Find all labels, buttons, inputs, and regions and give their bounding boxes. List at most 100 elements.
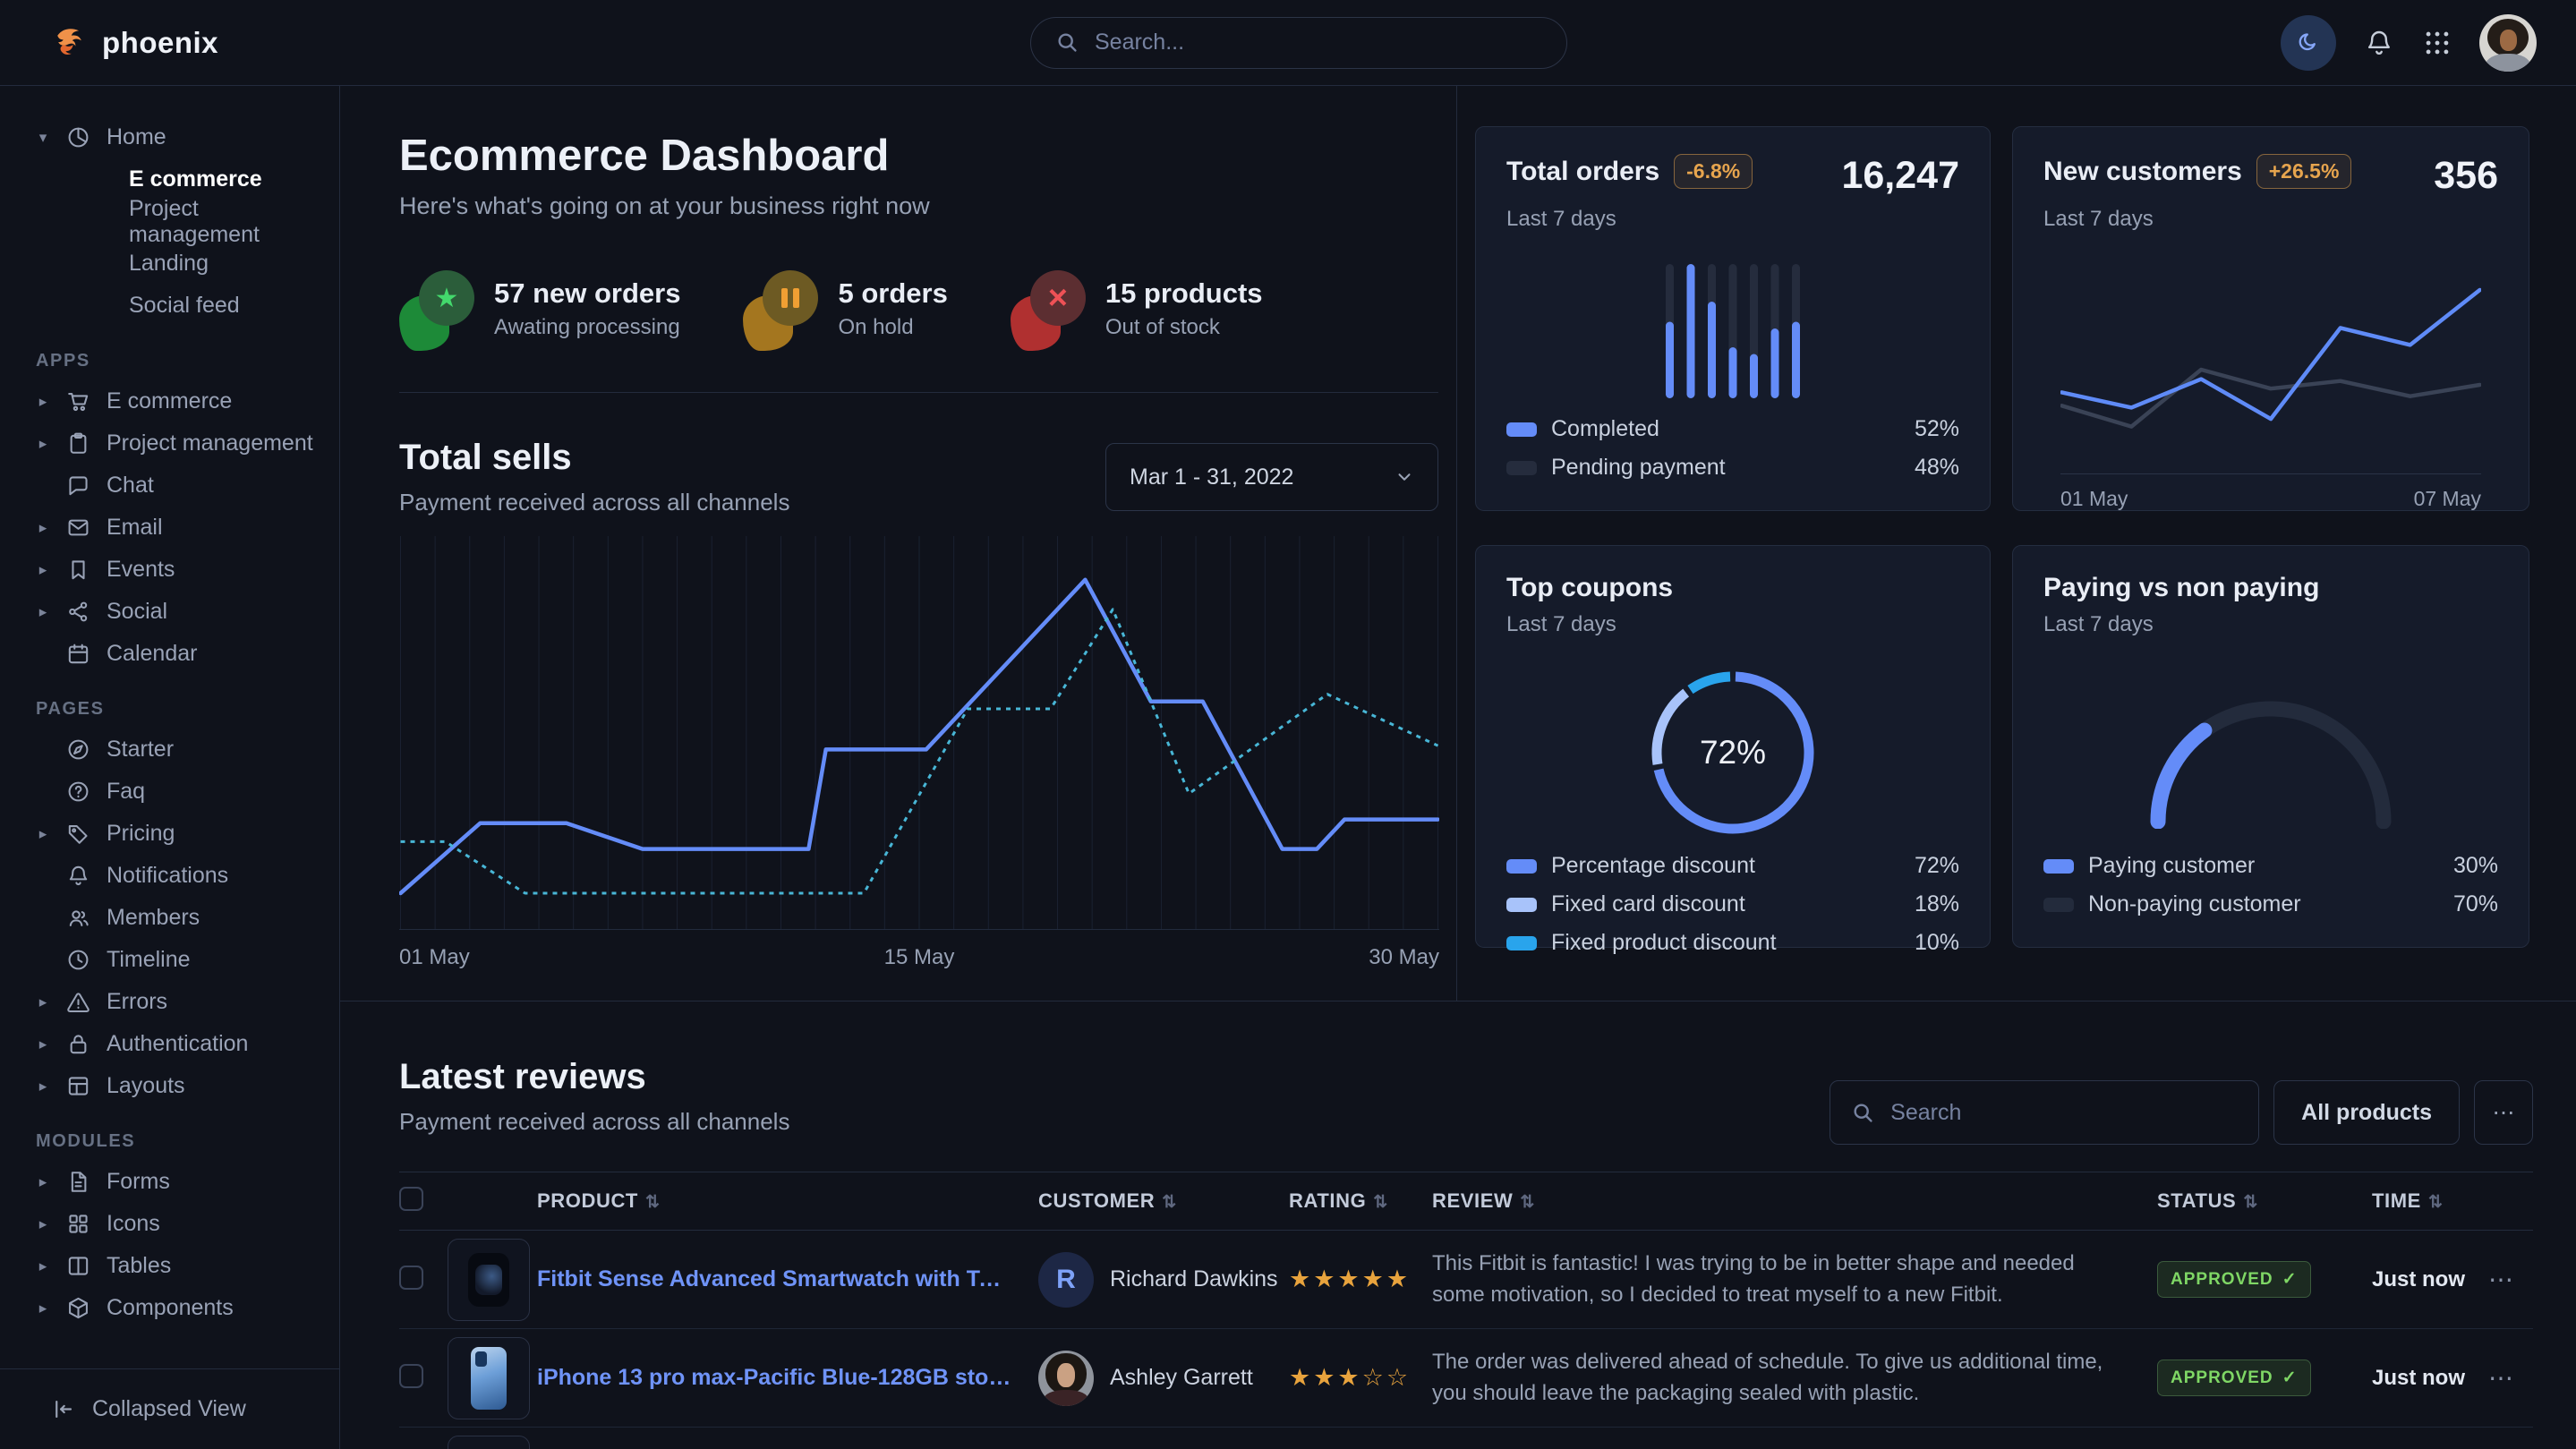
sidebar-item-faq[interactable]: Faq xyxy=(36,771,321,813)
column-header-rating[interactable]: RATING⇅ xyxy=(1289,1189,1432,1213)
shopping-cart-icon xyxy=(65,388,91,414)
card-title: Total orders xyxy=(1506,157,1659,187)
layout-icon xyxy=(65,1073,91,1099)
sidebar-item-authentication[interactable]: ▸Authentication xyxy=(36,1023,321,1065)
legend-item-completed: Completed 52% xyxy=(1506,410,1959,448)
row-checkbox[interactable] xyxy=(399,1364,423,1388)
sidebar-item-members[interactable]: Members xyxy=(36,897,321,939)
caret-right-icon: ▸ xyxy=(36,1300,50,1317)
user-avatar[interactable] xyxy=(2479,14,2537,72)
review-row xyxy=(399,1428,2533,1449)
sidebar-item-layouts[interactable]: ▸Layouts xyxy=(36,1065,321,1107)
sidebar-subitem-e-commerce[interactable]: E commerce xyxy=(36,158,321,200)
column-header-time[interactable]: TIME⇅ xyxy=(2372,1189,2488,1213)
column-header-status[interactable]: STATUS⇅ xyxy=(2157,1189,2372,1213)
total-sells-title: Total sells xyxy=(399,438,789,478)
all-products-button[interactable]: All products xyxy=(2273,1080,2460,1145)
sidebar-item-errors[interactable]: ▸ Errors xyxy=(36,981,321,1023)
column-header-review[interactable]: REVIEW⇅ xyxy=(1432,1189,2157,1213)
sidebar-item-calendar[interactable]: Calendar xyxy=(36,633,321,675)
sidebar-item-forms[interactable]: ▸Forms xyxy=(36,1161,321,1203)
legend-label: Percentage discount xyxy=(1551,853,1755,879)
caret-right-icon: ▸ xyxy=(36,393,50,411)
product-link[interactable]: Fitbit Sense Advanced Smartwatch with To… xyxy=(537,1266,1038,1292)
trend-badge: +26.5% xyxy=(2256,154,2352,189)
x-mark-icon: × xyxy=(1011,270,1086,353)
card-title: Top coupons xyxy=(1506,573,1673,603)
sidebar-item-project-management[interactable]: ▸Project management xyxy=(36,422,321,465)
sidebar-subitem-social-feed[interactable]: Social feed xyxy=(36,285,321,327)
global-search-input[interactable] xyxy=(1095,30,1543,55)
legend-value: 48% xyxy=(1915,455,1959,481)
navbar-actions xyxy=(2281,14,2537,72)
sidebar-subitem-project-management[interactable]: Project management xyxy=(36,200,321,243)
sidebar-item-label: Starter xyxy=(107,737,174,763)
lock-icon xyxy=(65,1031,91,1057)
card-title: Paying vs non paying xyxy=(2043,573,2319,603)
legend-label: Paying customer xyxy=(2088,853,2255,879)
grid-dots-icon xyxy=(2422,28,2452,58)
stat-subtitle: Out of stock xyxy=(1105,315,1263,340)
legend-value: 72% xyxy=(1915,853,1959,879)
sidebar-item-timeline[interactable]: Timeline xyxy=(36,939,321,981)
sidebar-item-notifications[interactable]: Notifications xyxy=(36,855,321,897)
sidebar-item-pricing[interactable]: ▸Pricing xyxy=(36,813,321,855)
legend-item-fixed-product-discount: Fixed product discount 10% xyxy=(1506,924,1959,962)
app-root: phoenix xyxy=(0,0,2576,1449)
sidebar-item-label: Errors xyxy=(107,989,167,1015)
cube-icon xyxy=(65,1295,91,1321)
collapse-view-button[interactable]: Collapsed View xyxy=(0,1368,339,1449)
row-checkbox[interactable] xyxy=(399,1266,423,1290)
reviews-search-input[interactable] xyxy=(1890,1100,2239,1126)
total-sells-x-labels: 01 May15 May30 May xyxy=(399,945,1439,970)
sidebar-item-home[interactable]: ▾Home xyxy=(36,116,321,158)
clock-icon xyxy=(65,947,91,973)
legend-label: Completed xyxy=(1551,416,1659,442)
column-header-product[interactable]: PRODUCT⇅ xyxy=(537,1189,1038,1213)
sidebar-item-email[interactable]: ▸Email xyxy=(36,507,321,549)
legend-swatch xyxy=(1506,461,1537,475)
trend-badge: -6.8% xyxy=(1674,154,1753,189)
caret-right-icon: ▸ xyxy=(36,561,50,579)
caret-right-icon: ▸ xyxy=(36,993,50,1011)
notifications-button[interactable] xyxy=(2363,27,2395,59)
stat-57-new-orders: ★ 57 new orders Awating processing xyxy=(399,270,680,353)
brand-logo[interactable]: phoenix xyxy=(50,23,218,63)
question-circle-icon xyxy=(65,779,91,805)
sidebar-item-starter[interactable]: Starter xyxy=(36,729,321,771)
sidebar-item-chat[interactable]: Chat xyxy=(36,465,321,507)
row-menu-button[interactable]: ⋯ xyxy=(2488,1364,2513,1392)
reviews-more-button[interactable]: ⋯ xyxy=(2474,1080,2533,1145)
sidebar-item-tables[interactable]: ▸Tables xyxy=(36,1245,321,1287)
calendar-icon xyxy=(65,641,91,667)
legend-value: 52% xyxy=(1915,416,1959,442)
sidebar-item-icons[interactable]: ▸Icons xyxy=(36,1203,321,1245)
caret-right-icon: ▸ xyxy=(36,603,50,621)
sidebar-item-events[interactable]: ▸Events xyxy=(36,549,321,591)
sidebar-item-e-commerce[interactable]: ▸E commerce xyxy=(36,380,321,422)
select-all-checkbox[interactable] xyxy=(399,1187,423,1211)
sidebar-item-label: Authentication xyxy=(107,1031,248,1057)
stat-title: 57 new orders xyxy=(494,277,680,310)
sidebar-item-components[interactable]: ▸Components xyxy=(36,1287,321,1329)
sidebar-nav: ▾HomeE commerceProject managementLanding… xyxy=(0,107,339,1368)
stat-subtitle: Awating processing xyxy=(494,315,680,340)
collapse-view-label: Collapsed View xyxy=(92,1396,246,1422)
apps-grid-button[interactable] xyxy=(2422,28,2452,58)
x-axis-label: 01 May xyxy=(2060,487,2128,511)
card-value: 16,247 xyxy=(1841,154,1959,198)
card-title: New customers xyxy=(2043,157,2242,187)
dashboard-top-section: Ecommerce Dashboard Here's what's going … xyxy=(340,86,2576,1002)
product-link[interactable]: iPhone 13 pro max-Pacific Blue-128GB sto… xyxy=(537,1365,1038,1391)
sidebar-subitem-landing[interactable]: Landing xyxy=(36,243,321,285)
date-range-select[interactable]: Mar 1 - 31, 2022 xyxy=(1105,443,1438,511)
sidebar-item-social[interactable]: ▸Social xyxy=(36,591,321,633)
column-header-customer[interactable]: CUSTOMER⇅ xyxy=(1038,1189,1289,1213)
caret-right-icon: ▸ xyxy=(36,1257,50,1275)
sidebar-item-label: Timeline xyxy=(107,947,191,973)
dark-mode-toggle[interactable] xyxy=(2281,15,2336,71)
legend-item-non-paying-customer: Non-paying customer 70% xyxy=(2043,885,2498,924)
legend-swatch xyxy=(2043,898,2074,912)
top-coupons-legend: Percentage discount 72% Fixed card disco… xyxy=(1506,847,1959,962)
row-menu-button[interactable]: ⋯ xyxy=(2488,1266,2513,1293)
